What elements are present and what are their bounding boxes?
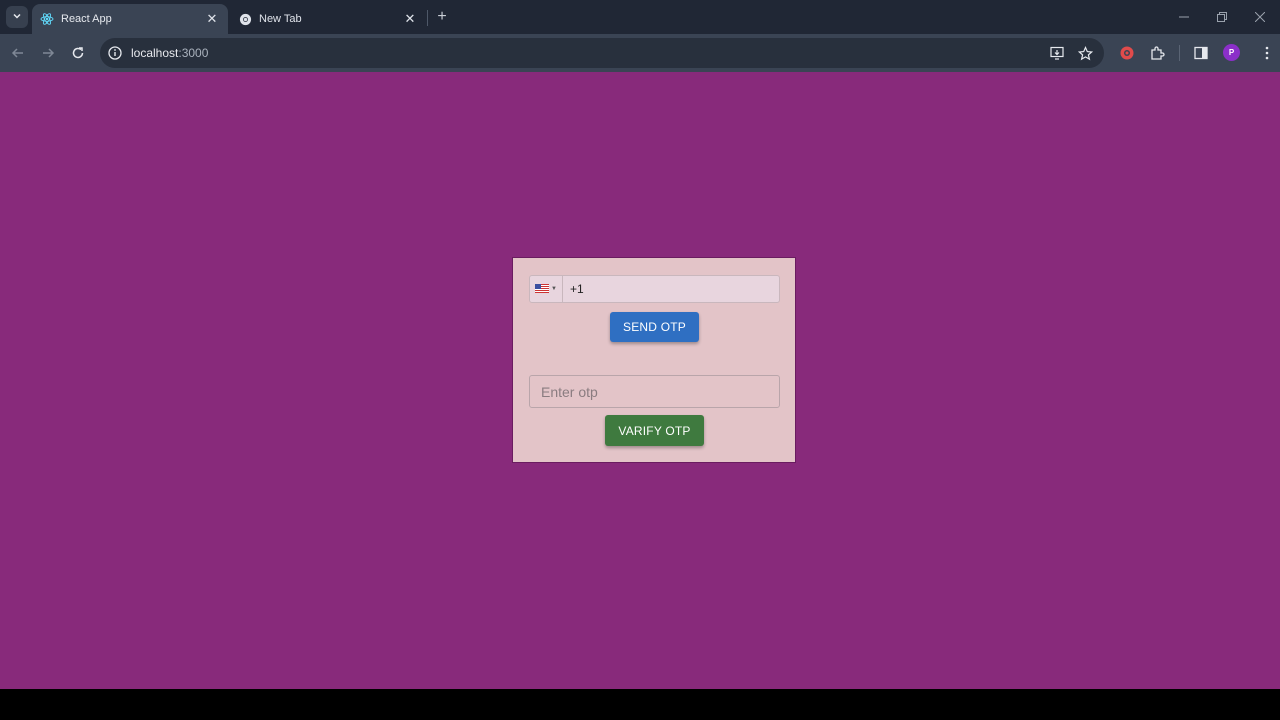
browser-toolbar: localhost:3000 P — [0, 34, 1280, 72]
tab-title: New Tab — [259, 13, 302, 25]
new-tab-button[interactable]: + — [433, 8, 451, 26]
dropdown-arrow-icon: ▼ — [551, 286, 557, 292]
window-close-icon[interactable] — [1241, 0, 1279, 34]
tab-divider — [427, 10, 428, 26]
otp-field — [529, 375, 780, 408]
toolbar-divider — [1179, 45, 1180, 61]
tab-react-app[interactable]: React App ✕ — [32, 4, 228, 34]
extensions-puzzle-icon[interactable] — [1146, 42, 1168, 64]
forward-arrow-icon[interactable] — [37, 42, 59, 64]
browser-tab-strip: React App ✕ New Tab ✕ + — [0, 0, 1280, 34]
more-menu-icon[interactable] — [1256, 42, 1278, 64]
site-info-icon[interactable] — [107, 45, 123, 61]
address-bar[interactable]: localhost:3000 — [100, 38, 1104, 68]
install-app-icon[interactable] — [1049, 45, 1065, 61]
verify-otp-button[interactable]: VARIFY OTP — [605, 415, 704, 446]
page-viewport: ▼ SEND OTP VARIFY OTP — [0, 72, 1280, 689]
url-text: localhost:3000 — [131, 46, 208, 60]
close-icon[interactable]: ✕ — [402, 11, 418, 27]
send-otp-button[interactable]: SEND OTP — [610, 312, 699, 342]
close-icon[interactable]: ✕ — [204, 11, 220, 27]
phone-number-field: ▼ — [529, 275, 780, 303]
side-panel-icon[interactable] — [1190, 42, 1212, 64]
minimize-icon[interactable] — [1165, 0, 1203, 34]
phone-input[interactable] — [564, 276, 778, 302]
back-arrow-icon[interactable] — [7, 42, 29, 64]
tab-search-button[interactable] — [6, 6, 28, 28]
chrome-logo-icon — [238, 12, 252, 26]
url-port: :3000 — [178, 46, 209, 60]
taskbar-strip — [0, 689, 1280, 720]
us-flag-icon — [535, 280, 550, 298]
bookmark-star-icon[interactable] — [1077, 45, 1093, 61]
otp-input[interactable] — [530, 376, 779, 407]
url-host: localhost — [131, 46, 179, 60]
profile-avatar[interactable]: P — [1223, 44, 1240, 61]
tab-new-tab[interactable]: New Tab ✕ — [230, 4, 426, 34]
chevron-down-icon — [12, 8, 22, 26]
tab-title: React App — [61, 13, 112, 25]
react-logo-icon — [40, 12, 54, 26]
otp-form-card: ▼ SEND OTP VARIFY OTP — [512, 257, 796, 463]
restore-icon[interactable] — [1203, 0, 1241, 34]
extension-bug-icon[interactable] — [1116, 42, 1138, 64]
reload-icon[interactable] — [67, 42, 89, 64]
country-selector[interactable]: ▼ — [530, 276, 563, 302]
